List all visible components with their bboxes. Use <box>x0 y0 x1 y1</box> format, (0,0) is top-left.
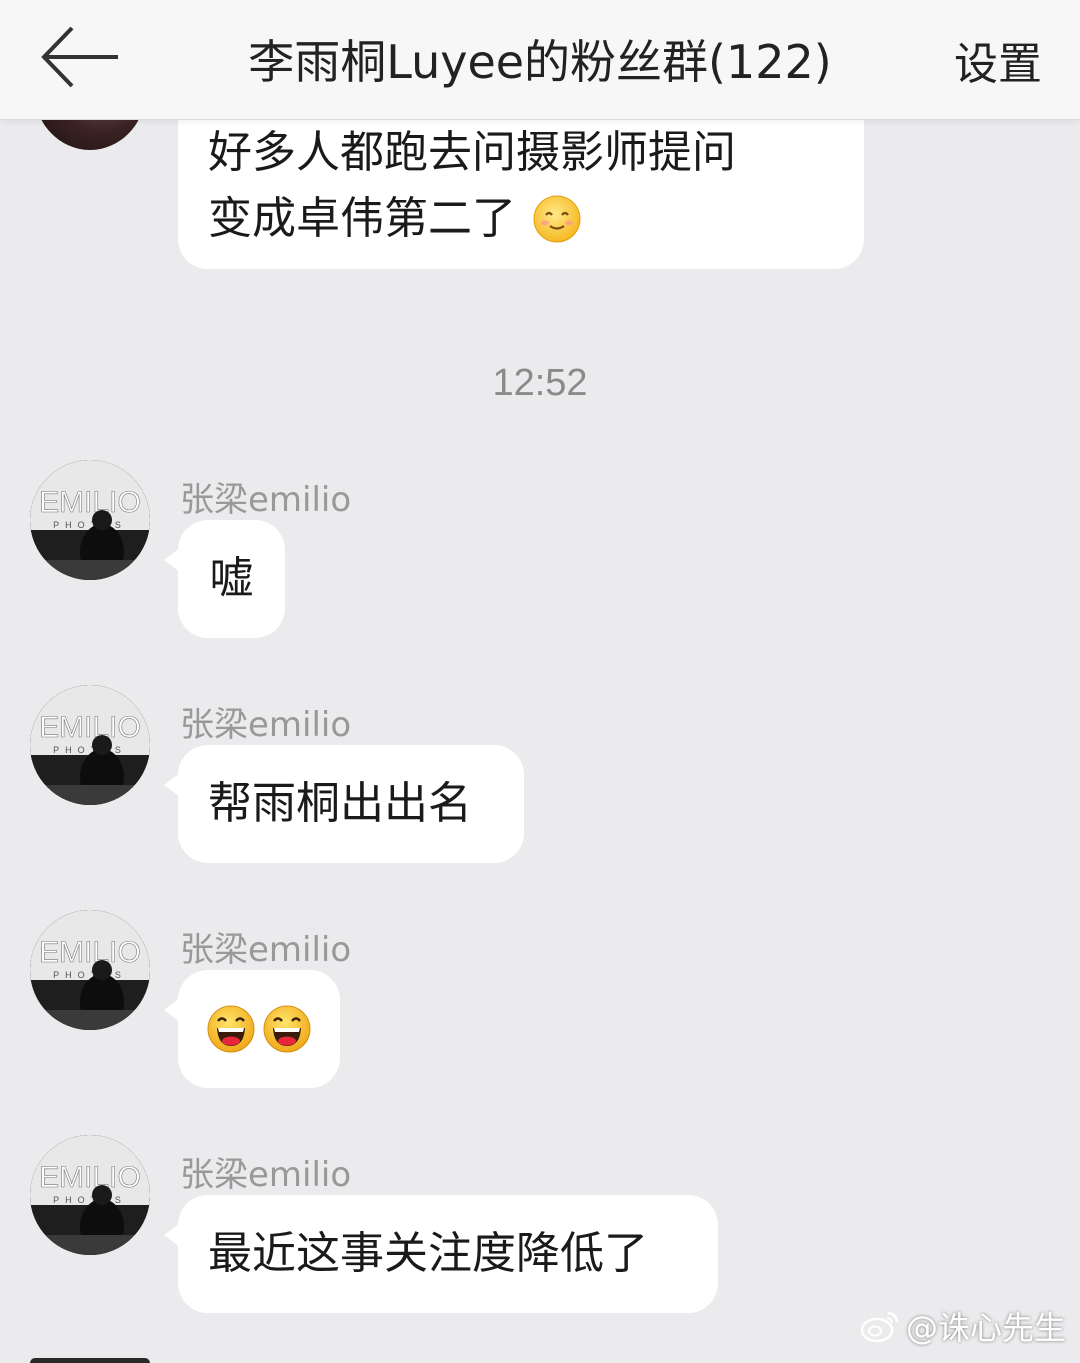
message-text-line: 变成卓伟第二了 <box>208 186 834 252</box>
svg-text:EMILIO: EMILIO <box>39 1161 141 1194</box>
avatar[interactable]: EMILIO PHOTOS <box>30 910 150 1030</box>
avatar-image: EMILIO PHOTOS <box>30 460 150 580</box>
svg-text:PHOTOS: PHOTOS <box>53 520 127 530</box>
avatar[interactable]: EMILIO PHOTOS <box>30 1135 150 1255</box>
message-bubble[interactable] <box>164 970 340 1088</box>
svg-text:EMILIO: EMILIO <box>39 486 141 519</box>
back-button[interactable] <box>40 24 122 90</box>
sender-name: 张梁emilio <box>180 930 352 970</box>
avatar[interactable]: EMILIO PHOTOS <box>30 685 150 805</box>
weibo-icon <box>860 1311 899 1343</box>
smile-emoji-icon <box>533 195 581 243</box>
group-title: 李雨桐Luyee的粉丝群(122) <box>248 35 832 89</box>
back-arrow-icon <box>41 26 118 88</box>
message-bubble[interactable]: 好多人都跑去问摄影师提问 变成卓伟第二了 <box>178 110 864 269</box>
settings-button[interactable]: 设置 <box>954 28 1042 92</box>
avatar-image: EMILIO PHOTOS <box>30 910 150 1030</box>
message-text: 最近这事关注度降低了 <box>208 1228 648 1279</box>
svg-text:PHOTOS: PHOTOS <box>53 745 127 755</box>
message-text-line: 好多人都跑去问摄影师提问 <box>208 127 736 178</box>
watermark-text: @诛心先生 <box>905 1309 1066 1347</box>
sender-name: 张梁emilio <box>180 705 352 745</box>
message-text: 变成卓伟第二了 <box>208 193 516 244</box>
message-bubble[interactable]: 最近这事关注度降低了 <box>164 1195 718 1313</box>
svg-text:PHOTOS: PHOTOS <box>53 1195 127 1205</box>
avatar-image: EMILIO PHOTOS <box>30 1135 150 1255</box>
laughing-emoji-icon <box>263 1005 311 1053</box>
svg-text:EMILIO: EMILIO <box>39 711 141 744</box>
message-bubble[interactable]: 帮雨桐出出名 <box>164 745 524 863</box>
avatar-image: EMILIO PHOTOS <box>30 685 150 805</box>
sender-name: 张梁emilio <box>180 1155 352 1195</box>
message-text: 帮雨桐出出名 <box>208 778 472 829</box>
watermark: @诛心先生 <box>860 1303 1066 1349</box>
message-bubble[interactable]: 嘘 <box>164 520 285 638</box>
sender-name: 张梁emilio <box>180 480 352 520</box>
svg-text:PHOTOS: PHOTOS <box>53 970 127 980</box>
timestamp: 12:52 <box>492 362 588 404</box>
avatar[interactable]: EMILIO PHOTOS <box>30 460 150 580</box>
avatar[interactable] <box>30 1358 150 1363</box>
laughing-emoji-icon <box>207 1005 255 1053</box>
svg-text:EMILIO: EMILIO <box>39 936 141 969</box>
message-text: 嘘 <box>209 553 254 604</box>
chat-header: 李雨桐Luyee的粉丝群(122) 设置 <box>0 0 1080 120</box>
